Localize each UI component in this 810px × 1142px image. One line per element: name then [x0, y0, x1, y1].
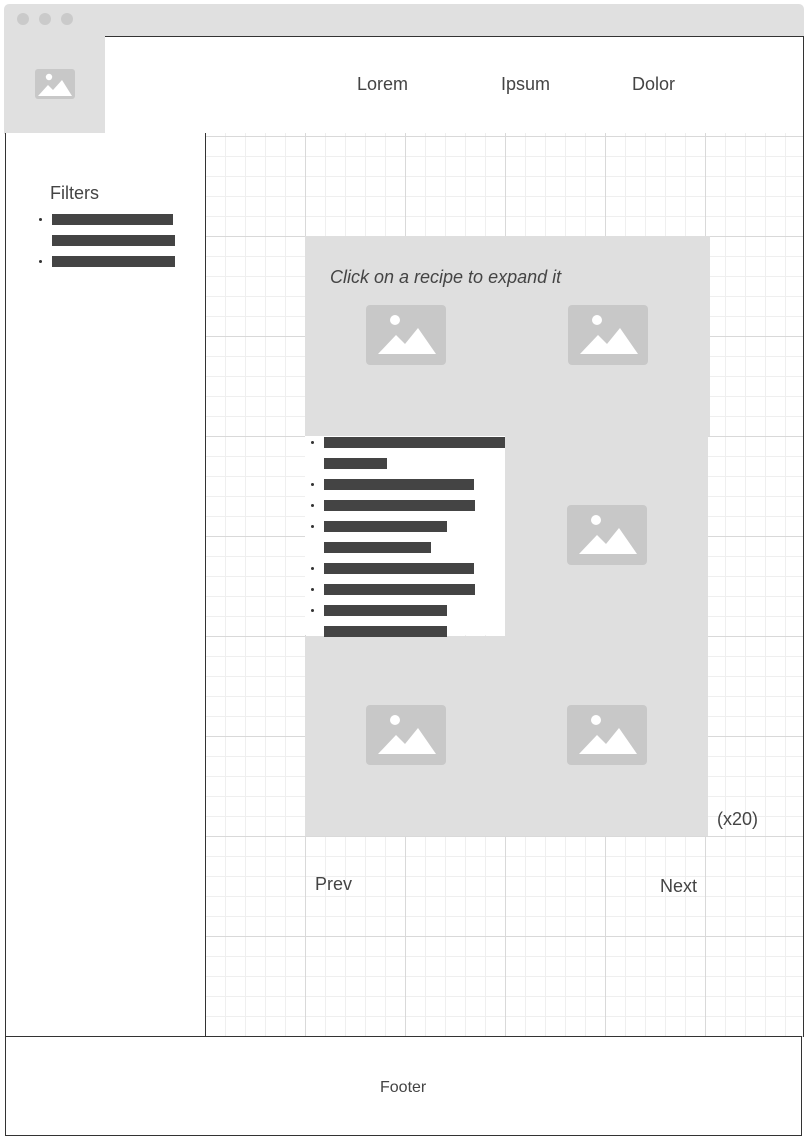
- next-button[interactable]: Next: [660, 876, 697, 897]
- recipe-detail-line: [324, 605, 447, 616]
- nav-item-ipsum[interactable]: Ipsum: [501, 74, 550, 95]
- filters-title: Filters: [50, 183, 99, 203]
- image-placeholder-icon: [35, 69, 75, 99]
- window-minimize-dot[interactable]: [39, 13, 51, 25]
- list-bullet: [311, 483, 314, 486]
- footer-label: Footer: [380, 1079, 427, 1096]
- recipe-detail-line: [324, 584, 475, 595]
- image-placeholder-icon: [378, 715, 436, 754]
- image-placeholder-icon: [579, 715, 637, 754]
- filter-option[interactable]: [52, 256, 175, 267]
- recipe-card-4[interactable]: [366, 705, 446, 765]
- list-bullet: [311, 525, 314, 528]
- window-titlebar: [4, 4, 804, 36]
- filter-bullet: [39, 218, 42, 221]
- recipe-detail-line: [324, 542, 431, 553]
- filter-option-continued[interactable]: [52, 235, 175, 246]
- list-bullet: [311, 588, 314, 591]
- list-bullet: [311, 609, 314, 612]
- nav-item-dolor[interactable]: Dolor: [632, 74, 675, 95]
- recipe-detail-line: [324, 626, 447, 637]
- window-maximize-dot[interactable]: [61, 13, 73, 25]
- image-placeholder-icon: [579, 515, 637, 554]
- recipe-detail-line: [324, 500, 475, 511]
- list-bullet: [311, 504, 314, 507]
- filter-option[interactable]: [52, 214, 173, 225]
- nav-item-lorem[interactable]: Lorem: [357, 74, 408, 95]
- list-bullet: [311, 441, 314, 444]
- recipe-detail-line: [324, 521, 447, 532]
- recipe-card-1[interactable]: [366, 305, 446, 365]
- image-placeholder-icon: [580, 315, 638, 354]
- filter-bullet: [39, 260, 42, 263]
- recipe-card-3[interactable]: [567, 505, 647, 565]
- window-close-dot[interactable]: [17, 13, 29, 25]
- recipe-card-5[interactable]: [567, 705, 647, 765]
- filters-sidebar: [5, 133, 206, 1037]
- site-header: [104, 36, 804, 134]
- recipe-detail-line: [324, 479, 474, 490]
- recipe-detail-line: [324, 437, 505, 448]
- prev-button[interactable]: Prev: [315, 874, 352, 895]
- recipe-detail-line: [324, 458, 387, 469]
- recipe-count: (x20): [717, 809, 759, 829]
- image-placeholder-icon: [378, 315, 436, 354]
- recipe-hint: Click on a recipe to expand it: [330, 267, 562, 287]
- recipe-detail-line: [324, 563, 474, 574]
- site-logo[interactable]: [4, 36, 105, 134]
- recipe-card-2[interactable]: [568, 305, 648, 365]
- list-bullet: [311, 567, 314, 570]
